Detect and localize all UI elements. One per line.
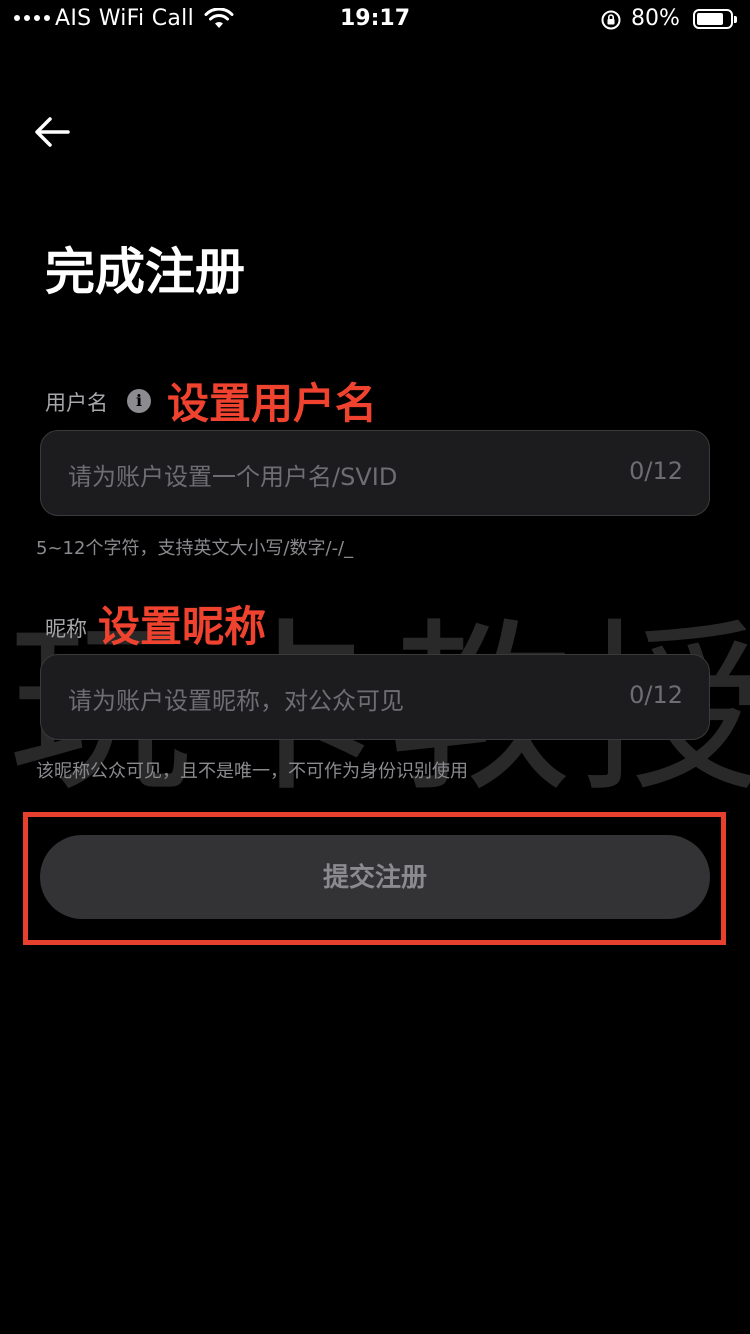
page-title: 完成注册 <box>45 243 245 301</box>
info-icon[interactable]: i <box>127 389 151 413</box>
username-placeholder: 请为账户设置一个用户名/SVID <box>68 463 398 491</box>
status-bar: AIS WiFi Call 19:17 80% <box>0 0 750 40</box>
arrow-left-icon <box>35 117 70 147</box>
username-char-counter: 0/12 <box>629 457 683 485</box>
submit-register-button[interactable]: 提交注册 <box>40 835 710 919</box>
username-label: 用户名 <box>45 391 108 415</box>
nickname-annotation: 设置昵称 <box>98 602 267 651</box>
username-annotation: 设置用户名 <box>167 379 378 428</box>
nickname-placeholder: 请为账户设置昵称，对公众可见 <box>68 687 404 715</box>
rotation-lock-icon <box>601 10 621 30</box>
battery-percentage: 80% <box>631 6 680 31</box>
username-input[interactable]: 请为账户设置一个用户名/SVID 0/12 <box>40 430 710 516</box>
back-button[interactable] <box>28 108 78 158</box>
username-hint: 5~12个字符，支持英文大小写/数字/-/_ <box>36 538 354 559</box>
nickname-hint: 该昵称公众可见，且不是唯一，不可作为身份识别使用 <box>36 761 468 782</box>
battery-icon <box>693 9 737 29</box>
nickname-char-counter: 0/12 <box>629 681 683 709</box>
nickname-input[interactable]: 请为账户设置昵称，对公众可见 0/12 <box>40 654 710 740</box>
nickname-label: 昵称 <box>45 617 87 641</box>
